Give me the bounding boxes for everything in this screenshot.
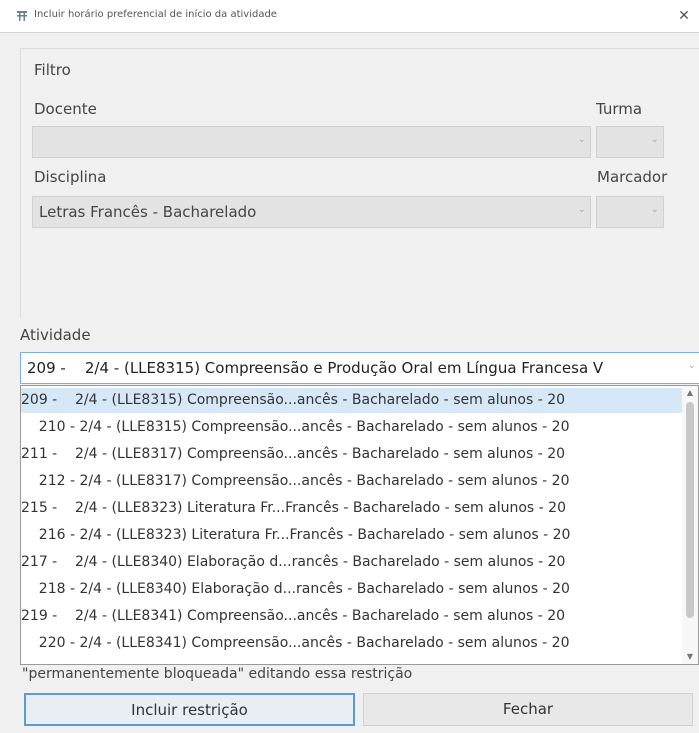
list-item[interactable]: 220 - 2/4 - (LLE8341) Compreensão...ancê…: [21, 631, 682, 656]
docente-select[interactable]: ⌄: [32, 126, 591, 158]
turma-label: Turma: [596, 100, 643, 118]
marcador-select[interactable]: ⌄: [596, 196, 664, 228]
docente-label: Docente: [34, 100, 97, 118]
chevron-down-icon: ⌄: [650, 134, 659, 145]
restriction-hint: "permanentemente bloqueada" editando ess…: [22, 666, 413, 682]
list-item[interactable]: 219 - 2/4 - (LLE8341) Compreensão...ancê…: [21, 604, 682, 629]
disciplina-select[interactable]: Letras Francês - Bacharelado ⌄: [32, 196, 591, 228]
list-scrollbar[interactable]: ▲ ▼: [682, 385, 699, 665]
close-icon[interactable]: ✕: [669, 0, 699, 32]
scroll-up-icon[interactable]: ▲: [682, 386, 698, 400]
chevron-down-icon: ⌄: [577, 204, 586, 215]
window-title: Incluir horário preferencial de início d…: [34, 9, 277, 20]
disciplina-value: Letras Francês - Bacharelado: [39, 203, 257, 221]
scroll-down-icon[interactable]: ▼: [682, 650, 698, 664]
list-item[interactable]: 217 - 2/4 - (LLE8340) Elaboração d...ran…: [21, 550, 682, 575]
filter-legend: Filtro: [34, 61, 71, 79]
atividade-select[interactable]: 209 - 2/4 - (LLE8315) Compreensão e Prod…: [20, 352, 699, 384]
list-item[interactable]: 210 - 2/4 - (LLE8315) Compreensão...ancê…: [21, 415, 682, 440]
disciplina-label: Disciplina: [34, 168, 107, 186]
atividade-label: Atividade: [20, 326, 91, 344]
list-item[interactable]: 215 - 2/4 - (LLE8323) Literatura Fr...Fr…: [21, 496, 682, 521]
chevron-down-icon: ⌄: [577, 134, 586, 145]
chevron-down-icon: ⌄: [650, 204, 659, 215]
close-button[interactable]: Fechar: [363, 693, 693, 726]
chevron-down-icon: ⌄: [687, 360, 696, 371]
timetable-icon: [17, 11, 27, 21]
turma-select[interactable]: ⌄: [596, 126, 664, 158]
include-restriction-button[interactable]: Incluir restrição: [24, 693, 355, 726]
list-item[interactable]: 209 - 2/4 - (LLE8315) Compreensão...ancê…: [21, 388, 682, 413]
title-bar: Incluir horário preferencial de início d…: [0, 0, 699, 33]
list-item[interactable]: 216 - 2/4 - (LLE8323) Literatura Fr...Fr…: [21, 523, 682, 548]
atividade-dropdown-list[interactable]: 209 - 2/4 - (LLE8315) Compreensão...ancê…: [20, 385, 682, 665]
marcador-label: Marcador: [597, 168, 668, 186]
scrollbar-thumb[interactable]: [686, 402, 694, 618]
atividade-selected-value: 209 - 2/4 - (LLE8315) Compreensão e Prod…: [27, 359, 604, 377]
list-item[interactable]: 212 - 2/4 - (LLE8317) Compreensão...ancê…: [21, 469, 682, 494]
list-item[interactable]: 211 - 2/4 - (LLE8317) Compreensão...ancê…: [21, 442, 682, 467]
list-item[interactable]: 218 - 2/4 - (LLE8340) Elaboração d...ran…: [21, 577, 682, 602]
